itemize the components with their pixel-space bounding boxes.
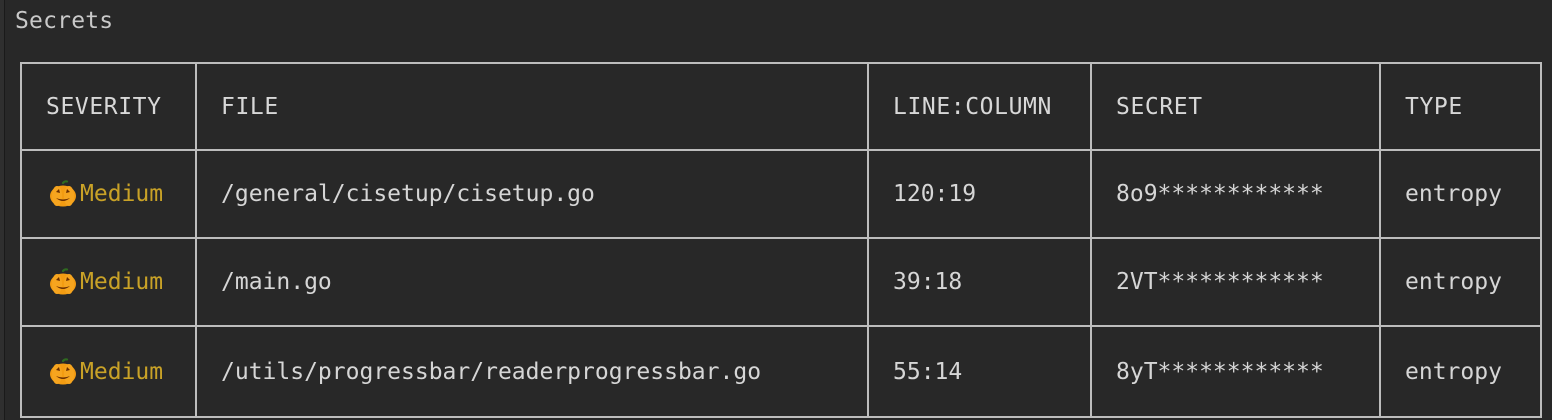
row-3-file: /utils/progressbar/readerprogressbar.go <box>197 327 869 418</box>
header-line-column: LINE:COLUMN <box>869 62 1092 151</box>
severity-label: Medium <box>80 269 164 295</box>
row-2-line-column: 39:18 <box>869 239 1092 327</box>
row-1-line-column: 120:19 <box>869 151 1092 239</box>
row-3-severity: Medium <box>20 327 197 418</box>
header-secret: SECRET <box>1092 62 1381 151</box>
jack-o-lantern-icon <box>48 268 78 296</box>
row-2-file: /main.go <box>197 239 869 327</box>
secrets-table-frame: SEVERITY FILE LINE:COLUMN SECRET TYPE Me… <box>20 62 1542 418</box>
header-type: TYPE <box>1381 62 1542 151</box>
row-1-file: /general/cisetup/cisetup.go <box>197 151 869 239</box>
row-1-severity: Medium <box>20 151 197 239</box>
panel-left-edge <box>0 0 5 420</box>
panel-title: Secrets <box>15 8 114 34</box>
row-3-type: entropy <box>1381 327 1542 418</box>
row-3-secret: 8yT************ <box>1092 327 1381 418</box>
row-2-secret: 2VT************ <box>1092 239 1381 327</box>
header-severity: SEVERITY <box>20 62 197 151</box>
jack-o-lantern-icon <box>48 357 78 386</box>
row-2-type: entropy <box>1381 239 1542 327</box>
secrets-table: SEVERITY FILE LINE:COLUMN SECRET TYPE Me… <box>20 62 1542 418</box>
severity-label: Medium <box>80 358 164 385</box>
row-2-severity: Medium <box>20 239 197 327</box>
severity-label: Medium <box>80 181 164 207</box>
jack-o-lantern-icon <box>48 180 78 208</box>
row-1-type: entropy <box>1381 151 1542 239</box>
header-file: FILE <box>197 62 869 151</box>
row-3-line-column: 55:14 <box>869 327 1092 418</box>
row-1-secret: 8o9************ <box>1092 151 1381 239</box>
